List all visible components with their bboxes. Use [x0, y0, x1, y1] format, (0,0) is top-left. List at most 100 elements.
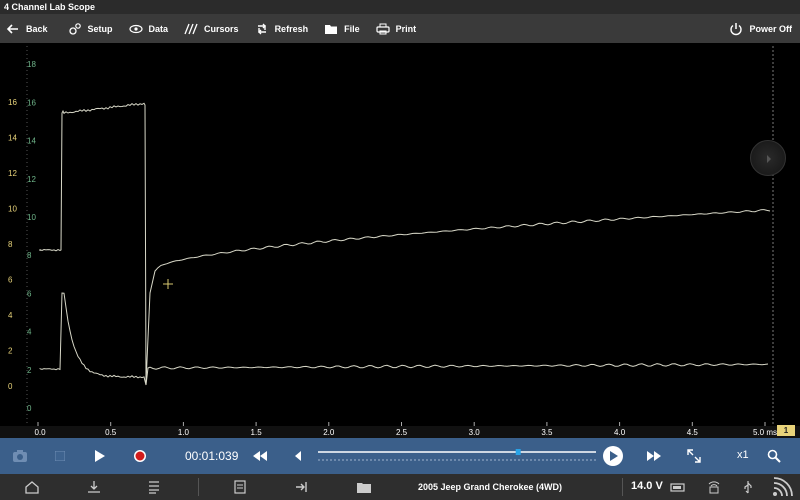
usb-icon	[744, 481, 752, 494]
refresh-button[interactable]: Refresh	[255, 14, 309, 43]
ch2-y-tick-label: 4	[27, 328, 32, 337]
list-icon[interactable]	[146, 479, 162, 495]
data-button[interactable]: Data	[128, 14, 169, 43]
print-button[interactable]: Print	[375, 14, 417, 43]
snapshot-button[interactable]	[8, 438, 32, 474]
side-panel-handle[interactable]	[750, 140, 786, 176]
cursor-crosshair[interactable]	[163, 279, 173, 289]
play-icon	[95, 450, 105, 462]
fast-forward-button[interactable]	[644, 438, 664, 474]
zoom-level[interactable]: x1	[737, 449, 749, 461]
ch1-y-tick-label: 16	[8, 98, 17, 107]
channel-1-y-axis: 0 2 4 6 8 10 12 14 16	[8, 98, 17, 391]
ch2-y-tick-label: 18	[27, 60, 36, 69]
lab-scope-app: 4 Channel Lab Scope Back Setup Data Curs…	[0, 0, 800, 500]
x-tick-label: 2.0	[323, 428, 335, 437]
scope-display[interactable]: 0 2 4 6 8 10 12 14 16 0 2 4 6 8 10 12 14 16 18 0.0 0.5 1.0 1…	[0, 43, 800, 458]
channel-1-trace	[39, 102, 771, 384]
cursors-button[interactable]: Cursors	[184, 14, 239, 43]
app-title: 4 Channel Lab Scope	[0, 0, 800, 14]
x-tick-label: 1.0	[178, 428, 190, 437]
home-icon[interactable]	[24, 479, 40, 495]
download-tray-icon[interactable]	[86, 479, 102, 495]
play-button[interactable]	[90, 438, 110, 474]
ch1-y-tick-label: 14	[8, 134, 17, 143]
refresh-label: Refresh	[274, 23, 309, 34]
playback-time: 00:01:039	[185, 449, 239, 463]
rewind-icon	[253, 451, 267, 461]
play-circle-icon	[603, 446, 623, 466]
playback-bar: 00:01:039 x1	[0, 438, 800, 474]
slider-track	[318, 449, 596, 461]
ch1-y-tick-label: 12	[8, 169, 17, 178]
step-back-button[interactable]	[290, 438, 306, 474]
ch2-y-tick-label: 16	[27, 98, 36, 107]
ch1-y-tick-label: 4	[8, 311, 13, 320]
x-tick-label: 4.0	[614, 428, 626, 437]
ch2-y-tick-label: 10	[27, 213, 36, 222]
magnifier-icon	[767, 449, 781, 463]
ch1-y-tick-label: 0	[8, 382, 13, 391]
toolbar: Back Setup Data Cursors Refresh File Pri…	[0, 14, 800, 43]
expand-icon	[687, 449, 701, 463]
slider-thumb[interactable]	[515, 449, 521, 455]
ch1-y-tick-label: 8	[8, 240, 13, 249]
cursors-icon	[184, 23, 198, 34]
back-arrow-icon	[6, 23, 18, 34]
ch1-y-tick-label: 10	[8, 205, 17, 214]
wireless-device-icon	[708, 481, 720, 494]
ch1-y-tick-label: 2	[8, 347, 13, 356]
ch2-y-tick-label: 0	[27, 404, 32, 413]
fast-forward-icon	[647, 451, 661, 461]
file-button[interactable]: File	[324, 14, 360, 43]
refresh-icon	[257, 23, 266, 34]
x-tick-label: 3.0	[469, 428, 481, 437]
printer-icon	[375, 23, 390, 34]
step-back-icon	[295, 451, 301, 461]
import-arrow-icon[interactable]	[294, 479, 310, 495]
channel-1-badge[interactable]: 1	[777, 425, 795, 436]
channel-2-y-axis: 0 2 4 6 8 10 12 14 16 18	[27, 60, 36, 413]
record-button[interactable]	[130, 438, 150, 474]
vehicle-info[interactable]: 2005 Jeep Grand Cherokee (4WD)	[418, 482, 562, 492]
folder-icon	[325, 24, 338, 34]
waveform-canvas[interactable]: 0 2 4 6 8 10 12 14 16 0 2 4 6 8 10 12 14 16 18 0.0 0.5 1.0 1…	[0, 43, 800, 438]
zoom-search-button[interactable]	[764, 438, 784, 474]
data-label: Data	[148, 23, 169, 34]
rewind-button[interactable]	[250, 438, 270, 474]
step-forward-button[interactable]	[601, 438, 625, 474]
x-tick-label: 3.5	[541, 428, 553, 437]
x-tick-label: 4.5	[687, 428, 699, 437]
setup-button[interactable]: Setup	[68, 14, 113, 43]
playback-slider[interactable]	[318, 438, 596, 474]
ch1-y-tick-label: 6	[8, 276, 13, 285]
gears-icon	[68, 22, 81, 35]
image-folder-icon[interactable]	[356, 479, 372, 495]
power-icon	[730, 22, 743, 35]
ch2-y-tick-label: 6	[27, 289, 32, 298]
setup-label: Setup	[87, 23, 113, 34]
ch2-y-tick-label: 14	[27, 137, 36, 146]
record-icon	[134, 450, 146, 462]
separator	[622, 478, 623, 496]
battery-voltage: 14.0 V	[631, 480, 663, 492]
back-label: Back	[26, 23, 48, 34]
ch2-y-tick-label: 2	[27, 366, 32, 375]
wifi-signal-icon	[773, 477, 793, 497]
eye-icon	[128, 24, 143, 33]
camera-icon	[13, 450, 27, 462]
cursors-label: Cursors	[204, 23, 239, 34]
x-tick-label: 1.5	[251, 428, 263, 437]
document-icon[interactable]	[232, 479, 248, 495]
separator	[198, 478, 199, 496]
x-tick-label: 0.5	[105, 428, 117, 437]
ch2-y-tick-label: 8	[27, 251, 32, 260]
stop-icon	[55, 451, 65, 461]
power-off-button[interactable]: Power Off	[729, 14, 792, 43]
stop-button[interactable]	[50, 438, 70, 474]
expand-button[interactable]	[684, 438, 704, 474]
x-tick-label: 5.0 ms	[753, 428, 777, 437]
print-label: Print	[395, 23, 417, 34]
back-button[interactable]: Back	[6, 14, 48, 43]
file-label: File	[344, 23, 360, 34]
